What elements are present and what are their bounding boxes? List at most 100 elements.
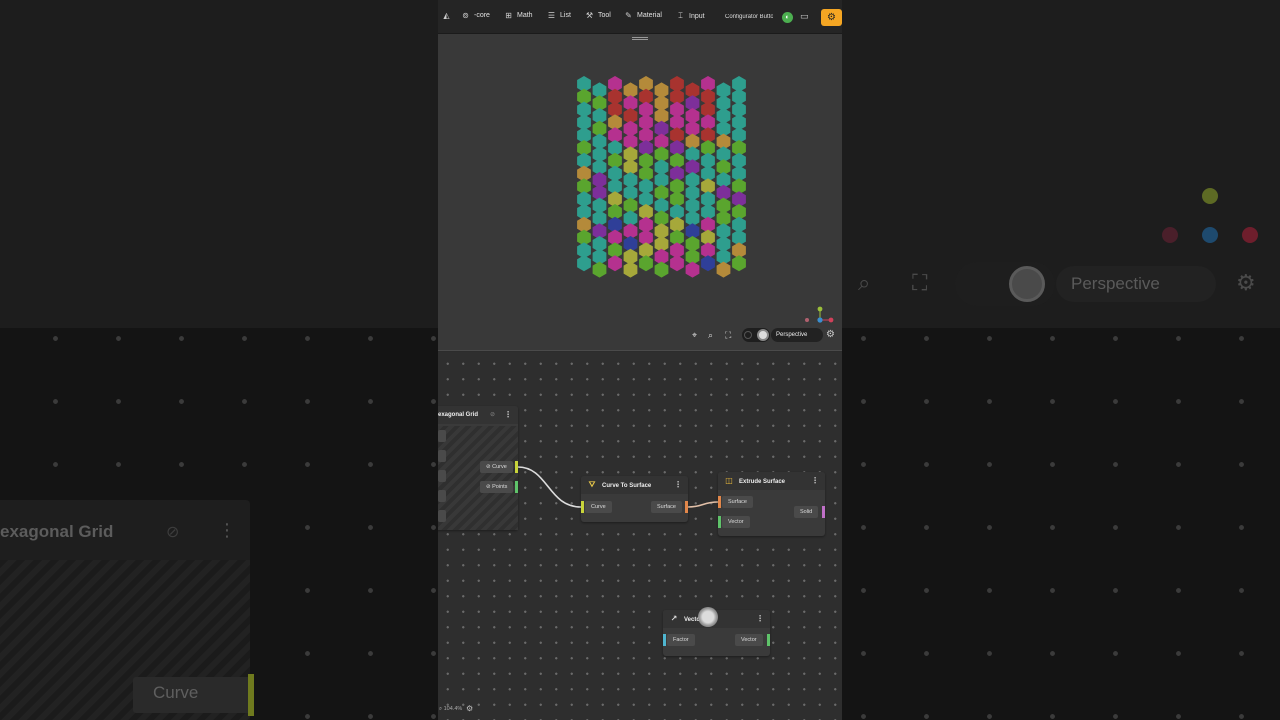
top-toolbar: ◭ ⊚ -core ⊞ Math ☰ List ⚒ Tool ✎ Material ⌶ In… bbox=[438, 0, 842, 34]
input-factor-label: Factor bbox=[673, 637, 689, 643]
toolbar-logo[interactable]: ◭ bbox=[441, 11, 455, 20]
node-extrude-surface[interactable]: ◫ Extrude Surface ⋮ Surface Vector Solid bbox=[718, 472, 825, 536]
ghost-curve-label: Curve bbox=[153, 683, 199, 702]
output-surface-port[interactable] bbox=[685, 501, 688, 513]
tool-icon: ⚒ bbox=[585, 11, 594, 20]
output-points-socket[interactable]: ⊘ Points bbox=[480, 481, 514, 493]
hex-grid-input-3[interactable] bbox=[438, 470, 446, 482]
curve-to-surface-icon: ⛛ bbox=[588, 480, 596, 489]
output-solid-label: Solid bbox=[800, 509, 813, 515]
menu-math[interactable]: ⊞ Math bbox=[503, 11, 532, 20]
input-vector-socket[interactable]: Vector bbox=[722, 516, 750, 528]
node-menu-icon[interactable]: ⋮ bbox=[811, 472, 819, 490]
material-icon: ✎ bbox=[625, 11, 632, 20]
input-curve-socket[interactable]: Curve bbox=[585, 501, 612, 513]
input-surface-port[interactable] bbox=[718, 496, 721, 508]
hex-cell bbox=[623, 261, 638, 278]
menu-tool[interactable]: ⚒ Tool bbox=[584, 11, 611, 20]
viewport-settings-icon[interactable]: ⚙ bbox=[826, 329, 835, 340]
hex-grid-input-4[interactable] bbox=[438, 490, 446, 502]
menu-material[interactable]: ✎ Material bbox=[623, 11, 662, 20]
ghost-menu-icon: ⋮ bbox=[218, 520, 236, 540]
output-surface-socket[interactable]: Surface bbox=[651, 501, 682, 513]
input-surface-socket[interactable]: Surface bbox=[722, 496, 753, 508]
node-menu-icon[interactable]: ⋮ bbox=[504, 406, 512, 424]
menu-core-label: -core bbox=[474, 12, 490, 19]
visibility-off-icon[interactable]: ⊘ bbox=[490, 406, 495, 424]
output-points-port[interactable] bbox=[515, 481, 518, 493]
hex-grid-input-2[interactable] bbox=[438, 450, 446, 462]
zoom-icon[interactable]: ⌕ bbox=[708, 330, 713, 341]
node-editor[interactable]: exagonal Grid ⊘ ⋮ ⊘ Curve ⊘ Points ⛛ Curv… bbox=[438, 352, 842, 720]
hex-grid-render bbox=[577, 76, 746, 278]
node-curve-to-surface[interactable]: ⛛ Curve To Surface ⋮ Curve Surface bbox=[581, 476, 688, 522]
3d-viewport[interactable]: ⌖ ⌕ ⛶ Perspective ⚙ bbox=[438, 34, 842, 351]
ghost-axis-x bbox=[1242, 227, 1258, 243]
focus-icon[interactable]: ⌖ bbox=[692, 330, 697, 341]
hex-cell bbox=[716, 261, 731, 278]
configurator-button[interactable]: Configurator Butto bbox=[725, 14, 773, 20]
ghost-node-title: exagonal Grid bbox=[0, 522, 114, 541]
ghost-curve-socket: Curve bbox=[133, 677, 251, 713]
input-factor-port[interactable] bbox=[663, 634, 666, 646]
node-curve-to-surface-header[interactable]: ⛛ Curve To Surface ⋮ bbox=[581, 476, 688, 494]
menu-material-label: Material bbox=[637, 12, 662, 19]
blur-editor-area bbox=[842, 328, 1280, 720]
zoom-level: ⌕ 104.4% bbox=[439, 706, 463, 712]
camera-mode-select[interactable]: Perspective bbox=[771, 328, 823, 342]
node-extrude-surface-title: Extrude Surface bbox=[739, 479, 786, 485]
wire-curve bbox=[517, 466, 582, 508]
editor-settings-icon[interactable]: ⚙ bbox=[466, 704, 473, 713]
node-body-hatch bbox=[438, 426, 518, 530]
fullscreen-icon[interactable]: ⛶ bbox=[725, 330, 731, 341]
input-curve-label: Curve bbox=[591, 504, 606, 510]
hex-grid-input-1[interactable] bbox=[438, 430, 446, 442]
output-curve-socket[interactable]: ⊘ Curve bbox=[480, 461, 513, 473]
menu-input[interactable]: ⌶ Input bbox=[675, 11, 704, 21]
wireframe-mode-icon[interactable] bbox=[744, 331, 752, 339]
output-solid-socket[interactable]: Solid bbox=[794, 506, 819, 518]
material-mode-icon[interactable] bbox=[757, 329, 769, 341]
ghost-perspective: Perspective bbox=[1056, 266, 1216, 302]
axis-gizmo[interactable] bbox=[800, 304, 840, 328]
input-vector-port[interactable] bbox=[718, 516, 721, 528]
menu-list[interactable]: ☰ List bbox=[546, 11, 571, 20]
ghost-curve-port bbox=[248, 674, 254, 716]
message-icon[interactable]: ▭ bbox=[800, 11, 809, 22]
node-extrude-surface-header[interactable]: ◫ Extrude Surface ⋮ bbox=[718, 472, 825, 490]
menu-core[interactable]: ⊚ -core bbox=[460, 11, 490, 20]
node-hexagonal-grid-header[interactable]: exagonal Grid ⊘ ⋮ bbox=[438, 406, 518, 424]
axis-z-handle[interactable] bbox=[817, 317, 823, 323]
output-curve-label: Curve bbox=[492, 464, 507, 470]
blur-viewport-area bbox=[0, 0, 438, 328]
axis-y-handle[interactable] bbox=[817, 306, 823, 312]
settings-badge-icon[interactable]: ⚙ bbox=[821, 9, 842, 26]
output-curve-port[interactable] bbox=[515, 461, 518, 473]
node-menu-icon[interactable]: ⋮ bbox=[756, 610, 764, 628]
ghost-perspective-label: Perspective bbox=[1071, 274, 1160, 293]
touch-cursor bbox=[698, 607, 718, 627]
background-blur-left: exagonal Grid ⊘ ⋮ Curve bbox=[0, 0, 438, 720]
ghost-material-ball bbox=[1009, 266, 1045, 302]
output-vector-label: Vector bbox=[741, 637, 757, 643]
menu-tool-label: Tool bbox=[598, 12, 611, 19]
math-icon: ⊞ bbox=[505, 11, 512, 20]
app-window: ◭ ⊚ -core ⊞ Math ☰ List ⚒ Tool ✎ Material ⌶ In… bbox=[438, 0, 842, 720]
status-icon[interactable]: ◐ bbox=[782, 12, 793, 23]
output-vector-socket[interactable]: Vector bbox=[735, 634, 763, 646]
hex-cell bbox=[577, 255, 591, 272]
ghost-gear-icon: ⚙ bbox=[1236, 270, 1256, 295]
output-solid-port[interactable] bbox=[822, 506, 825, 518]
camera-mode-label: Perspective bbox=[776, 332, 808, 338]
node-menu-icon[interactable]: ⋮ bbox=[674, 476, 682, 494]
ghost-visibility-icon: ⊘ bbox=[166, 524, 180, 541]
output-surface-label: Surface bbox=[657, 504, 676, 510]
node-hexagonal-grid[interactable]: exagonal Grid ⊘ ⋮ ⊘ Curve ⊘ Points bbox=[438, 406, 518, 530]
input-curve-port[interactable] bbox=[581, 501, 584, 513]
input-factor-socket[interactable]: Factor bbox=[667, 634, 695, 646]
hex-grid-input-5[interactable] bbox=[438, 510, 446, 522]
output-vector-port[interactable] bbox=[767, 634, 770, 646]
axis-neg-handle[interactable] bbox=[805, 318, 809, 322]
video-frame: exagonal Grid ⊘ ⋮ Curve ⌕ ⛶ Perspective … bbox=[0, 0, 1280, 720]
axis-x-handle[interactable] bbox=[828, 317, 834, 323]
